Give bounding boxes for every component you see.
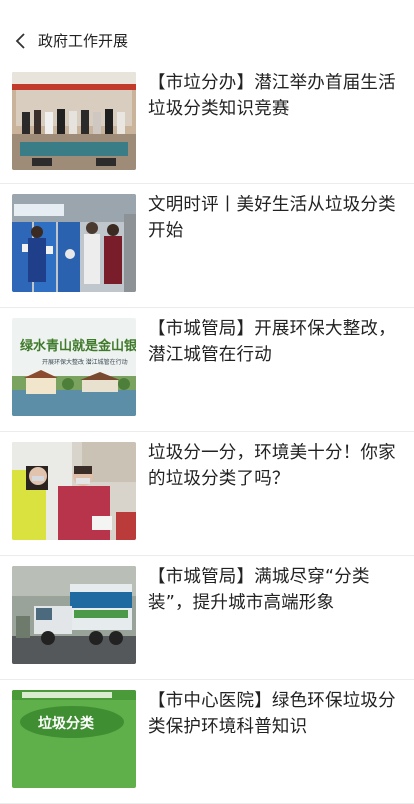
article-thumbnail <box>12 442 136 540</box>
article-thumbnail <box>12 72 136 170</box>
banner-text: 绿水青山就是金山银山 <box>20 338 136 353</box>
article-thumbnail: 垃圾分类 <box>12 690 136 788</box>
article-thumbnail: 绿水青山就是金山银山 开展环保大整改 潜江城管在行动 <box>12 318 136 416</box>
article-item[interactable]: 【市垃分办】潜江举办首届生活垃圾分类知识竞赛 <box>0 62 414 184</box>
article-list: 【市垃分办】潜江举办首届生活垃圾分类知识竞赛 文明时评丨美好生活从垃圾分类开始 … <box>0 62 414 804</box>
article-title: 文明时评丨美好生活从垃圾分类开始 <box>148 195 396 241</box>
article-item[interactable]: 垃圾分一分，环境美十分！你家的垃圾分类了吗？ <box>0 432 414 556</box>
page-title: 政府工作开展 <box>38 32 129 50</box>
article-thumbnail <box>12 194 136 292</box>
article-thumbnail <box>12 566 136 664</box>
article-title: 【市中心医院】绿色环保垃圾分类保护环境科普知识 <box>148 691 396 737</box>
chevron-left-icon[interactable] <box>14 31 30 51</box>
article-item[interactable]: 绿水青山就是金山银山 开展环保大整改 潜江城管在行动 【市城管局】开展环保大整改… <box>0 308 414 432</box>
banner-text: 垃圾分类 <box>38 715 95 731</box>
article-item[interactable]: 【市城管局】满城尽穿“分类装”，提升城市高端形象 <box>0 556 414 680</box>
article-title: 垃圾分一分，环境美十分！你家的垃圾分类了吗？ <box>148 443 396 489</box>
article-title: 【市垃分办】潜江举办首届生活垃圾分类知识竞赛 <box>148 73 396 119</box>
article-title: 【市城管局】开展环保大整改，潜江城管在行动 <box>148 319 396 365</box>
article-title: 【市城管局】满城尽穿“分类装”，提升城市高端形象 <box>148 567 370 613</box>
article-item[interactable]: 垃圾分类 【市中心医院】绿色环保垃圾分类保护环境科普知识 <box>0 680 414 804</box>
article-item[interactable]: 文明时评丨美好生活从垃圾分类开始 <box>0 184 414 308</box>
banner-caption: 开展环保大整改 潜江城管在行动 <box>42 358 128 366</box>
